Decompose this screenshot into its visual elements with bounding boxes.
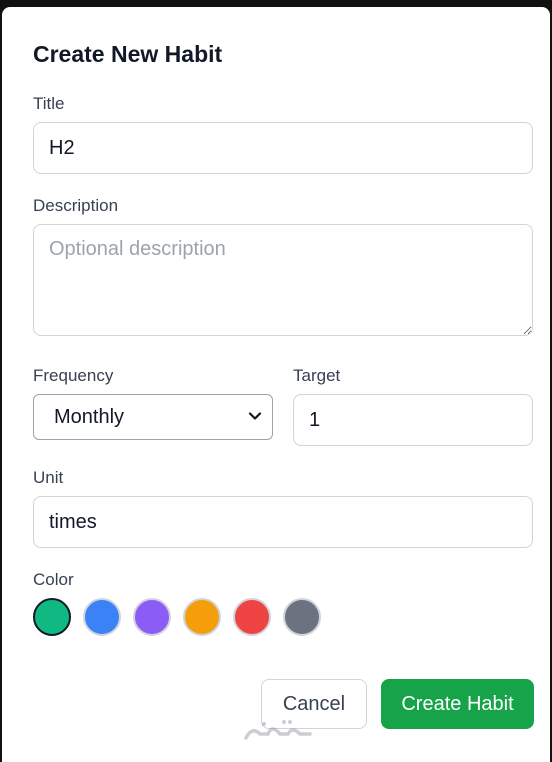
create-habit-button[interactable]: Create Habit [381, 679, 534, 729]
color-swatch-purple[interactable] [133, 598, 171, 636]
frequency-selected-value: Monthly [54, 406, 125, 428]
color-swatch-red[interactable] [233, 598, 271, 636]
title-label: Title [33, 94, 65, 113]
frequency-label: Frequency [33, 366, 114, 385]
color-label: Color [33, 570, 74, 589]
unit-label: Unit [33, 468, 64, 487]
color-swatch-gray[interactable] [283, 598, 321, 636]
title-input[interactable] [33, 122, 533, 174]
watermark-logo [244, 720, 312, 740]
dialog-title: Create New Habit [33, 41, 223, 67]
color-swatch-blue[interactable] [83, 598, 121, 636]
color-swatch-green[interactable] [33, 598, 71, 636]
frequency-select[interactable]: Monthly [33, 394, 273, 440]
chevron-down-icon [248, 412, 262, 420]
target-input[interactable] [293, 394, 533, 446]
color-swatch-orange[interactable] [183, 598, 221, 636]
description-label: Description [33, 196, 119, 215]
description-textarea[interactable] [33, 224, 533, 336]
unit-input[interactable] [33, 496, 533, 548]
create-habit-dialog: Create New Habit Title Description Frequ… [2, 7, 550, 762]
target-label: Target [293, 366, 341, 385]
